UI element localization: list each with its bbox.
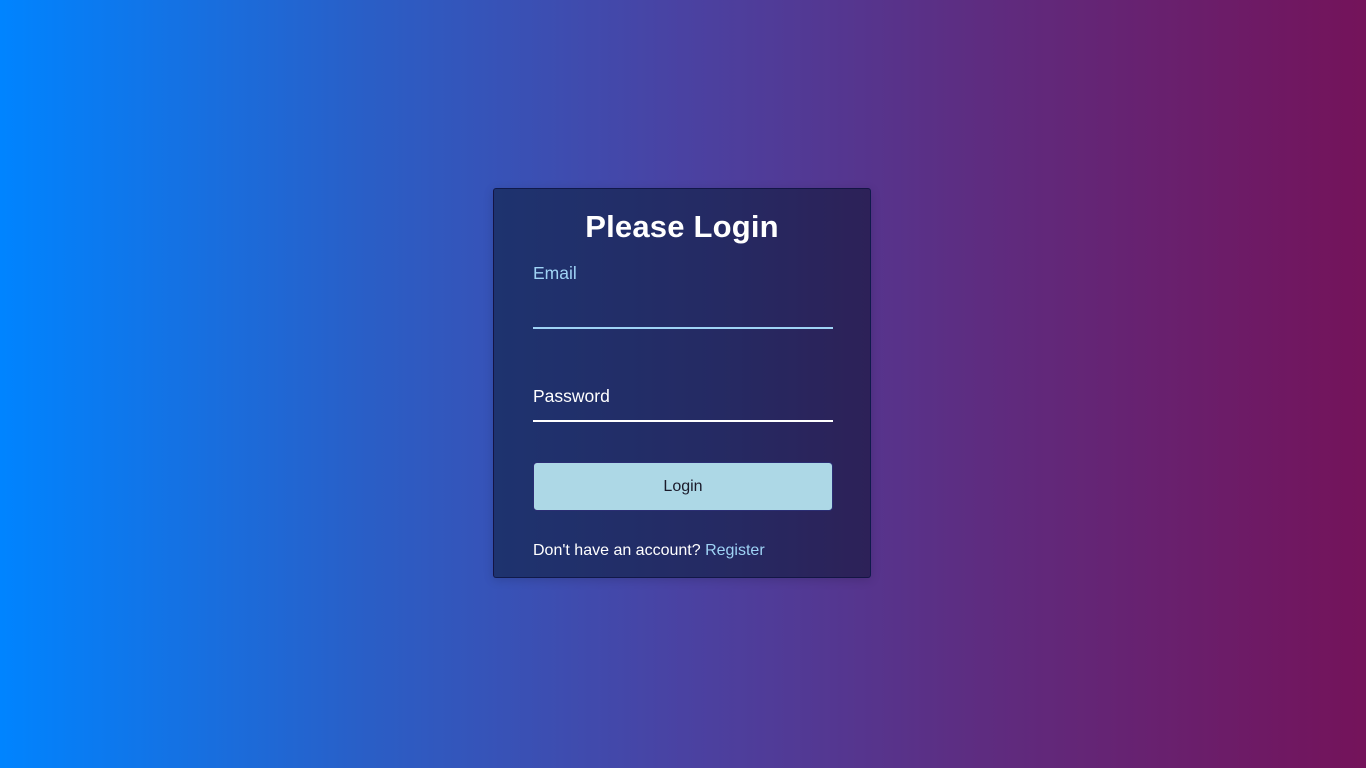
email-label: Email <box>533 263 577 283</box>
register-link[interactable]: Register <box>705 542 765 559</box>
password-input[interactable] <box>533 392 833 422</box>
register-prompt: Don't have an account? Register <box>533 541 765 561</box>
email-input[interactable] <box>533 299 833 329</box>
login-button[interactable]: Login <box>533 462 833 511</box>
register-prompt-text: Don't have an account? <box>533 542 701 559</box>
email-field-group: Email <box>533 259 833 329</box>
login-card: Please Login Email Password Login Don't … <box>493 188 871 578</box>
password-field-group: Password <box>533 382 833 422</box>
page-title: Please Login <box>585 209 779 244</box>
